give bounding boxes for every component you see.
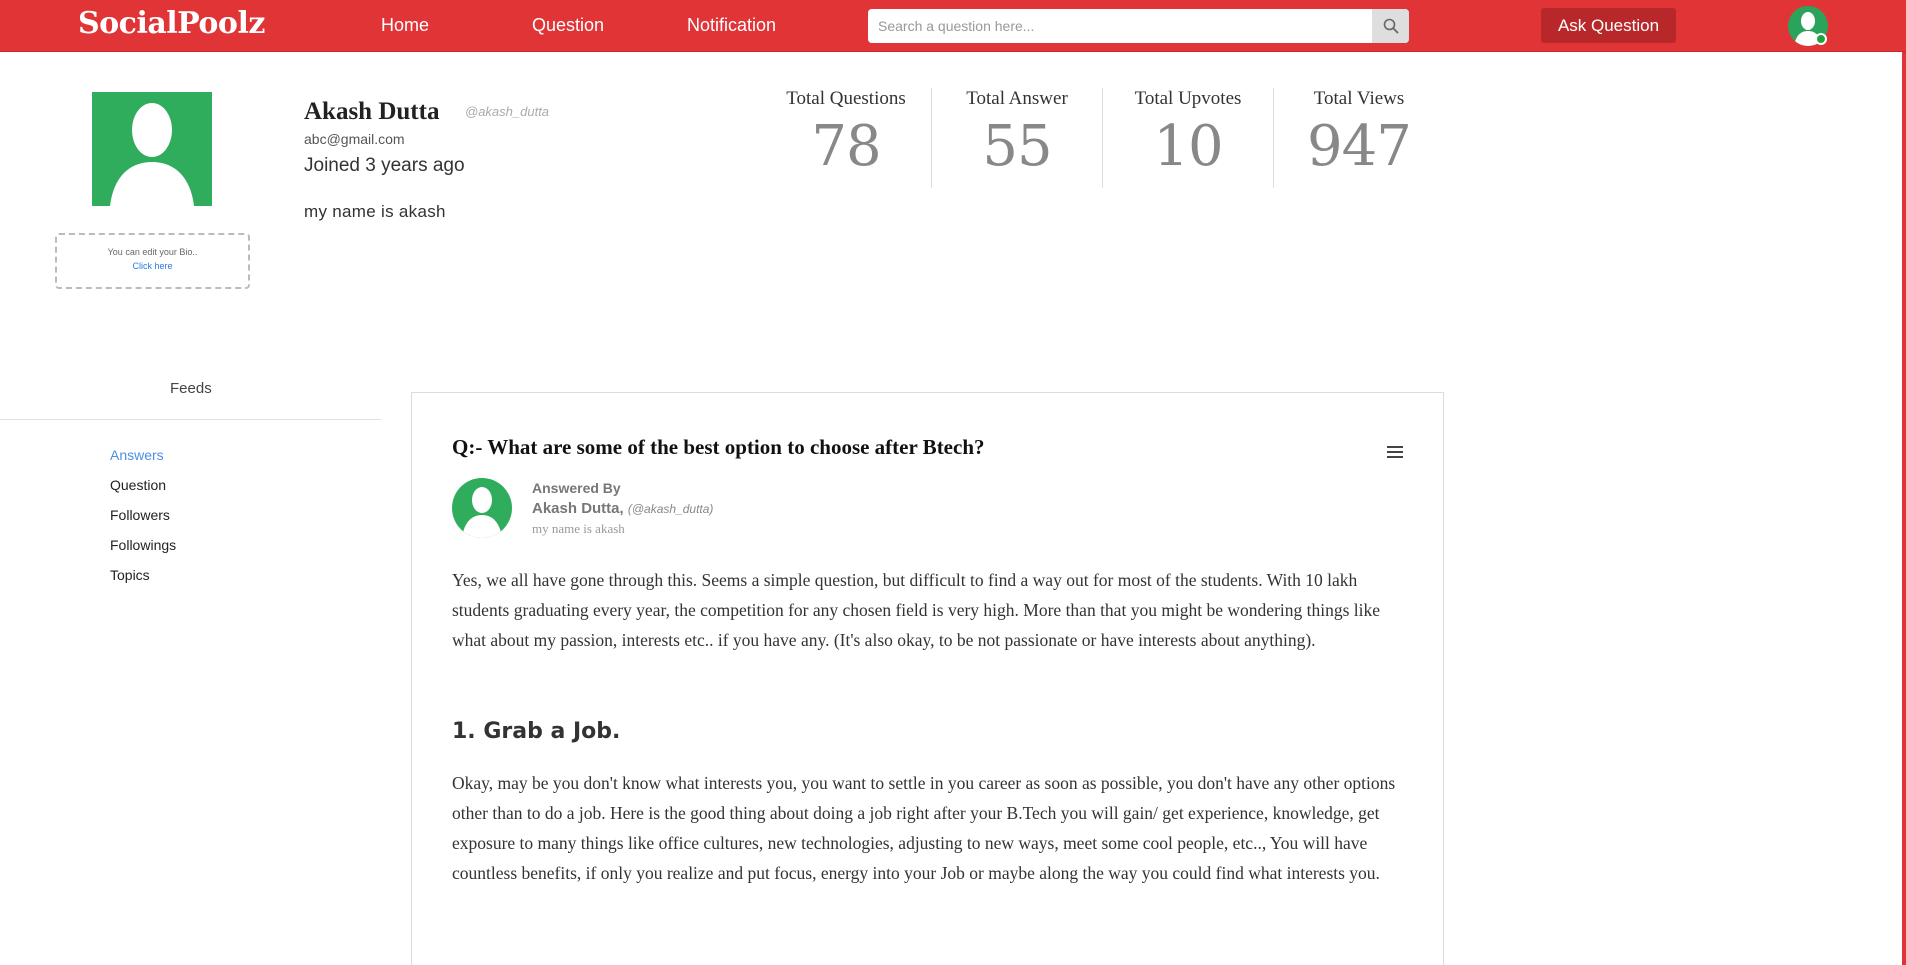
edit-bio-link[interactable]: Click here <box>57 261 248 271</box>
search-input[interactable] <box>868 9 1372 43</box>
stat-label: Total Questions <box>786 88 906 109</box>
stat-label: Total Upvotes <box>1134 88 1242 109</box>
profile-handle: @akash_dutta <box>465 104 550 119</box>
nav-question-link[interactable]: Question <box>532 15 604 36</box>
feed-item-topics[interactable]: Topics <box>110 567 150 583</box>
feed-item-question[interactable]: Question <box>110 477 166 493</box>
stat-value: 55 <box>982 114 1052 179</box>
stat-value: 10 <box>1153 114 1223 179</box>
profile-name: Akash Dutta <box>304 98 440 125</box>
feed-item-followings[interactable]: Followings <box>110 537 176 553</box>
ask-question-button[interactable]: Ask Question <box>1541 8 1676 43</box>
user-silhouette-icon <box>110 103 194 206</box>
profile-joined: Joined 3 years ago <box>304 155 465 176</box>
answered-by-label: Answered By <box>532 480 621 496</box>
top-navbar: SocialPoolz Home Question Notification A… <box>0 0 1906 52</box>
stat-total-questions: Total Questions 78 <box>761 88 931 188</box>
stat-value: 947 <box>1307 114 1412 179</box>
profile-picture <box>92 92 212 206</box>
feed-item-followers[interactable]: Followers <box>110 507 170 523</box>
answerer-avatar[interactable] <box>452 478 512 538</box>
profile-bio: my name is akash <box>304 202 446 221</box>
answerer-name[interactable]: Akash Dutta, <box>532 500 624 517</box>
page-scrollbar[interactable] <box>1902 52 1906 965</box>
feeds-divider <box>0 419 381 420</box>
stat-value: 78 <box>811 114 881 179</box>
stat-total-views: Total Views 947 <box>1274 88 1444 188</box>
user-silhouette-icon <box>462 487 502 538</box>
nav-home-link[interactable]: Home <box>381 15 429 36</box>
hamburger-menu-icon[interactable] <box>1387 446 1403 458</box>
answer-paragraph: Yes, we all have gone through this. Seem… <box>452 570 1381 650</box>
brand-logo[interactable]: SocialPoolz <box>78 6 265 41</box>
stat-total-answer: Total Answer 55 <box>932 88 1102 188</box>
profile-email: abc@gmail.com <box>304 131 405 147</box>
stat-total-upvotes: Total Upvotes 10 <box>1103 88 1273 188</box>
stat-label: Total Views <box>1313 88 1405 109</box>
nav-notification-link[interactable]: Notification <box>687 15 776 36</box>
answer-heading: 1. Grab a Job. <box>452 719 621 744</box>
feed-item-answers[interactable]: Answers <box>110 447 164 463</box>
stat-label: Total Answer <box>966 88 1068 109</box>
answer-card: Q:- What are some of the best option to … <box>411 392 1444 965</box>
feeds-title: Feeds <box>170 380 212 397</box>
edit-bio-hint: You can edit your Bio.. <box>107 247 198 257</box>
answerer-name-line: Akash Dutta, (@akash_dutta) <box>532 500 713 517</box>
search-icon <box>1383 18 1398 34</box>
answerer-bio: my name is akash <box>532 521 625 536</box>
edit-bio-box: You can edit your Bio.. Click here <box>55 233 250 289</box>
online-status-dot <box>1815 33 1827 45</box>
answerer-handle: (@akash_dutta) <box>627 502 714 516</box>
question-title[interactable]: Q:- What are some of the best option to … <box>452 435 985 460</box>
answer-paragraph: Okay, may be you don't know what interes… <box>452 773 1396 883</box>
search-button[interactable] <box>1372 9 1409 43</box>
search-bar <box>868 9 1409 43</box>
